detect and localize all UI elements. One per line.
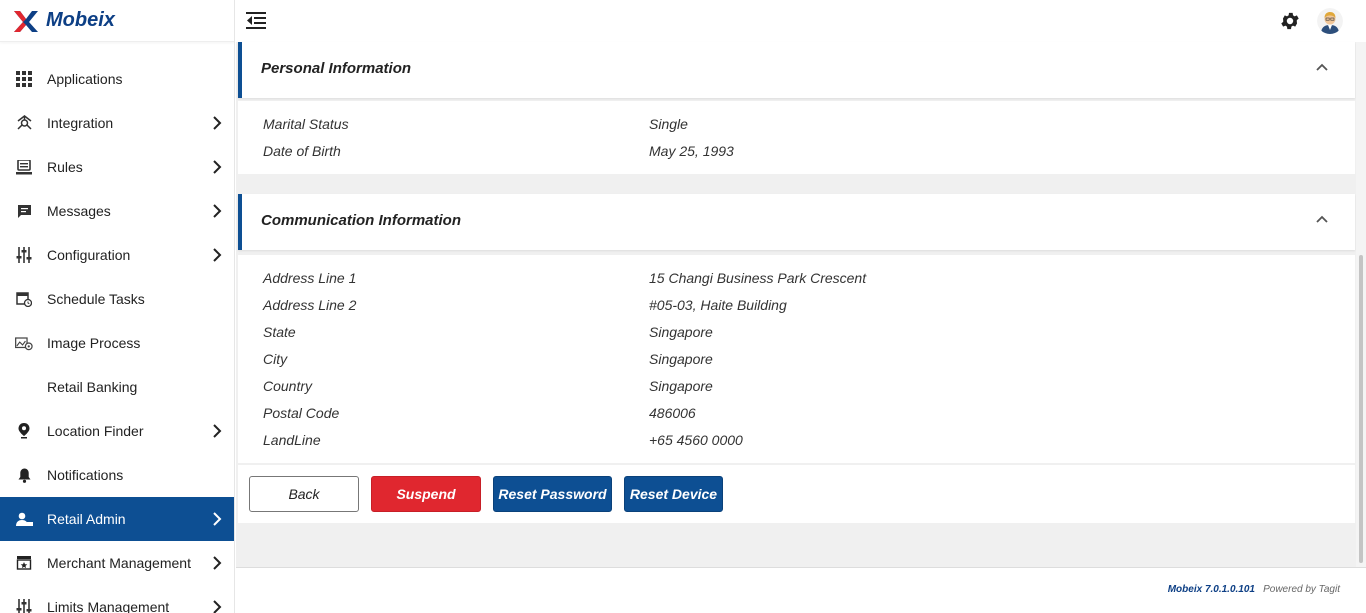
sidebar-item-label: Notifications [47,467,124,483]
mobeix-logo-icon [14,10,38,32]
sidebar-item-label: Location Finder [47,423,144,439]
sidebar-item-integration[interactable]: Integration [0,101,234,145]
chevron-right-icon [213,600,222,613]
action-bar: Back Suspend Reset Password Reset Device [238,465,1355,523]
sidebar-item-label: Image Process [47,335,141,351]
field-value: Singapore [649,351,713,367]
sidebar-item-limits-management[interactable]: Limits Management [0,585,234,613]
sidebar-item-label: Messages [47,203,111,219]
section-title: Communication Information [261,212,461,229]
version-text: Mobeix 7.0.1.0.101 [1167,584,1255,595]
bell-icon [15,466,33,484]
field-value: Singapore [649,324,713,340]
field-value: May 25, 1993 [649,143,734,159]
image-gear-icon [15,334,33,352]
sidebar-item-label: Retail Admin [47,511,126,527]
chevron-right-icon [213,116,222,130]
user-admin-icon [15,510,33,528]
field-label: State [263,324,296,340]
sidebar-item-messages[interactable]: Messages [0,189,234,233]
gear-icon[interactable] [1279,10,1301,32]
sliders-icon [15,598,33,613]
chevron-right-icon [213,204,222,218]
field-value: 486006 [649,405,696,421]
communication-info-header[interactable]: Communication Information [238,194,1355,250]
footer: Mobeix 7.0.1.0.101 Powered by Tagit [236,567,1366,613]
grid-icon [15,70,33,88]
sidebar-item-rules[interactable]: Rules [0,145,234,189]
sidebar-item-label: Rules [47,159,83,175]
field-label: Address Line 1 [263,270,357,286]
chevron-right-icon [213,424,222,438]
reset-password-button[interactable]: Reset Password [493,476,612,512]
chevron-up-icon[interactable] [1315,60,1329,74]
sidebar-item-applications[interactable]: Applications [0,57,234,101]
section-title: Personal Information [261,60,412,77]
avatar[interactable] [1317,8,1343,34]
menu-collapse-icon[interactable] [246,11,266,31]
reset-device-button[interactable]: Reset Device [624,476,723,512]
integration-icon [15,114,33,132]
sidebar-item-label: Configuration [47,247,131,263]
calendar-clock-icon [15,290,33,308]
sidebar-item-label: Integration [47,115,114,131]
sidebar-nav: Applications Integration Rules Messages [0,57,234,613]
field-label: Marital Status [263,116,349,132]
personal-info-header[interactable]: Personal Information [238,42,1355,98]
sidebar-item-location-finder[interactable]: Location Finder [0,409,234,453]
field-value: #05-03, Haite Building [649,297,787,313]
sidebar-item-schedule-tasks[interactable]: Schedule Tasks [0,277,234,321]
chevron-right-icon [213,160,222,174]
sliders-icon [15,246,33,264]
sidebar-item-configuration[interactable]: Configuration [0,233,234,277]
personal-info-body: Marital Status Single Date of Birth May … [238,101,1355,174]
scrollbar-thumb[interactable] [1359,255,1363,563]
sidebar-item-retail-admin[interactable]: Retail Admin [0,497,234,541]
field-label: LandLine [263,432,321,448]
field-label: City [263,351,288,367]
message-icon [15,202,33,220]
field-value: 15 Changi Business Park Crescent [649,270,867,286]
sidebar-item-label: Merchant Management [47,555,191,571]
sidebar-item-label: Limits Management [47,599,170,613]
location-pin-icon [15,422,33,440]
field-label: Country [263,378,313,394]
field-label: Postal Code [263,405,340,421]
chevron-up-icon[interactable] [1315,212,1329,226]
store-icon [15,554,33,572]
sidebar-item-label: Schedule Tasks [47,291,145,307]
chevron-right-icon [213,248,222,262]
suspend-button[interactable]: Suspend [371,476,481,512]
sidebar-item-merchant-management[interactable]: Merchant Management [0,541,234,585]
rules-icon [15,158,33,176]
chevron-right-icon [213,512,222,526]
back-button[interactable]: Back [249,476,359,512]
sidebar-item-label: Retail Banking [47,379,138,395]
field-label: Address Line 2 [263,297,357,313]
sidebar-item-notifications[interactable]: Notifications [0,453,234,497]
communication-info-body: Address Line 1 15 Changi Business Park C… [238,255,1355,463]
powered-by-text: Powered by Tagit [1263,584,1340,595]
field-value: Single [649,116,688,132]
field-value: Singapore [649,378,713,394]
field-value: +65 4560 0000 [649,432,743,448]
brand-logo[interactable]: Mobeix [0,0,234,42]
sidebar-item-label: Applications [47,71,123,87]
blank-icon [15,378,33,396]
main-content: Personal Information Marital Status Sing… [236,42,1356,567]
brand-name: Mobeix [46,9,115,31]
field-label: Date of Birth [263,143,341,159]
sidebar: Mobeix Applications Integration Rules Me… [0,0,235,613]
sidebar-item-retail-banking[interactable]: Retail Banking [0,365,234,409]
sidebar-item-image-process[interactable]: Image Process [0,321,234,365]
chevron-right-icon [213,556,222,570]
top-header [236,0,1366,42]
